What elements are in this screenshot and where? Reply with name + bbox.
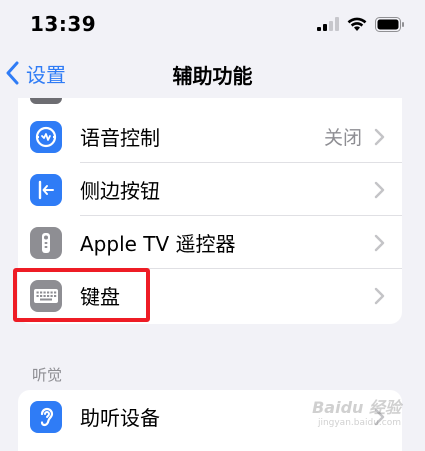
- hearing-aid-icon: [30, 400, 62, 433]
- chevron-right-icon: [374, 234, 385, 251]
- settings-row-side-button[interactable]: 侧边按钮: [18, 163, 402, 216]
- status-time: 13:39: [30, 12, 97, 36]
- nav-bar: 设置 辅助功能: [0, 48, 425, 98]
- settings-row-apple-tv-remote[interactable]: Apple TV 遥控器: [18, 216, 402, 269]
- chevron-right-icon: [374, 128, 385, 145]
- chevron-right-icon: [374, 287, 385, 304]
- apple-tv-remote-icon: [30, 226, 62, 259]
- status-icons: [317, 14, 405, 34]
- settings-row-label: 侧边按钮: [80, 179, 160, 203]
- side-button-icon: [30, 173, 62, 206]
- settings-row-voice-control[interactable]: 语音控制 关闭: [18, 110, 402, 163]
- wifi-icon: [347, 17, 367, 31]
- scrolled-row-icon: [30, 98, 62, 104]
- chevron-right-icon: [374, 181, 385, 198]
- settings-row-value: 关闭: [323, 127, 362, 149]
- watermark-url: jingyan.baidu.com: [317, 418, 401, 428]
- page-title: 辅助功能: [172, 64, 253, 88]
- settings-row-label: Apple TV 遥控器: [80, 232, 236, 256]
- battery-icon: [375, 16, 404, 32]
- watermark-brand: Baidu 经验: [312, 398, 401, 417]
- cellular-signal-icon: [317, 17, 339, 31]
- settings-row-label: 助听设备: [80, 406, 160, 430]
- settings-row-label: 语音控制: [80, 126, 160, 150]
- watermark: Baidu 经验 jingyan.baidu.com: [312, 394, 401, 428]
- section-header-hearing: 听觉: [32, 366, 63, 384]
- highlight-box: [13, 268, 150, 322]
- status-bar: 13:39: [0, 0, 425, 48]
- voice-control-icon: [30, 120, 62, 153]
